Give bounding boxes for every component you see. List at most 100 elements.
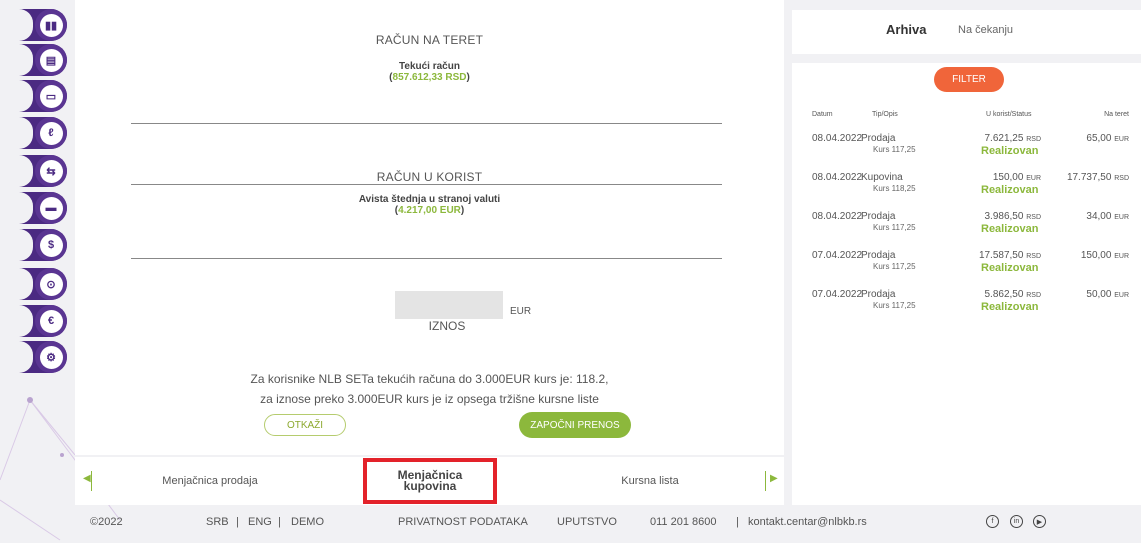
arrow-left-icon[interactable]: ◀	[83, 473, 91, 484]
tab-pending[interactable]: Na čekanju	[958, 24, 1013, 36]
credit-amount: 7.621,25	[984, 133, 1024, 144]
transaction-row[interactable]: 07.04.2022 Prodaja Kurs 117,25 17.587,50 RS…	[792, 250, 1141, 290]
transaction-rate: Kurs 117,25	[873, 145, 916, 154]
sidebar-button-circle: €	[35, 305, 67, 337]
guide-link[interactable]: UPUTSTVO	[557, 516, 617, 528]
sidebar-button-notch	[19, 229, 33, 261]
credit-currency: EUR	[1026, 175, 1041, 182]
debit-currency: EUR	[1114, 253, 1129, 260]
filter-button[interactable]: FILTER	[934, 67, 1004, 92]
footer: ©2022 SRB | ENG | DEMO PRIVATNOST PODATA…	[75, 511, 1141, 537]
sidebar-button-exchange[interactable]: ⇆	[19, 155, 67, 187]
sidebar-button-wallet[interactable]: ▬	[19, 192, 67, 224]
credit-account-label: RAČUN U KORIST	[376, 170, 483, 184]
demo-link[interactable]: DEMO	[291, 516, 324, 528]
sidebar-button-leaf[interactable]: ℓ	[19, 117, 67, 149]
credit-account-balance: (4.217,00 EUR)	[394, 205, 465, 216]
facebook-icon[interactable]: f	[986, 515, 999, 528]
transaction-debit: 17.737,50 RSD	[1067, 172, 1129, 183]
column-header-date: Datum	[812, 111, 833, 118]
credit-amount: 150,00	[992, 172, 1024, 183]
debit-amount: 150,00	[1080, 250, 1112, 261]
transaction-debit: 65,00 EUR	[1086, 133, 1129, 144]
sidebar-button-circle: ▬	[35, 192, 67, 224]
tab-exchange-rates[interactable]: Kursna lista	[555, 457, 745, 505]
euro-cycle-icon: €	[39, 309, 63, 333]
sidebar-button-circle: ▭	[35, 80, 67, 112]
sidebar-button-bar-chart[interactable]: ▮▮	[19, 9, 67, 41]
transaction-row[interactable]: 08.04.2022 Prodaja Kurs 117,25 7.621,25 RSD…	[792, 133, 1141, 173]
transaction-rate: Kurs 117,25	[873, 301, 916, 310]
credit-currency: RSD	[1026, 136, 1041, 143]
start-transfer-button[interactable]: ZAPOČNI PRENOS	[519, 412, 631, 438]
leaf-icon: ℓ	[39, 121, 63, 145]
debit-currency: EUR	[1114, 214, 1129, 221]
exchange-icon: ⇆	[39, 159, 63, 183]
email-link[interactable]: kontakt.centar@nlbkb.rs	[748, 516, 867, 528]
transaction-date: 08.04.2022	[812, 172, 863, 183]
column-header-credit: U korist/Status	[986, 111, 1032, 118]
sidebar-button-notch	[19, 117, 33, 149]
divider	[131, 123, 722, 124]
credit-amount: 17.587,50	[978, 250, 1024, 261]
transaction-type: Kupovina	[861, 172, 903, 183]
sidebar-button-notch	[19, 155, 33, 187]
sidebar-button-circle: ▮▮	[35, 9, 67, 41]
sidebar-button-dollar-cycle[interactable]: $	[19, 229, 67, 261]
tab-exchange-sell[interactable]: Menjačnica prodaja	[115, 457, 305, 505]
debit-amount: 65,00	[1086, 133, 1112, 144]
debit-amount: 34,00	[1086, 211, 1112, 222]
privacy-link[interactable]: PRIVATNOST PODATAKA	[398, 516, 528, 528]
sidebar-button-notch	[19, 341, 33, 373]
lang-eng-link[interactable]: ENG	[248, 516, 272, 528]
transaction-credit: 17.587,50 RSD	[979, 250, 1041, 261]
transaction-credit: 7.621,25 RSD	[985, 133, 1042, 144]
footer-separator: |	[736, 516, 739, 528]
debit-account-name[interactable]: Tekući račun	[75, 61, 784, 72]
transaction-date: 08.04.2022	[812, 133, 863, 144]
tab-archive[interactable]: Arhiva	[886, 22, 926, 37]
transaction-status: Realizovan	[981, 262, 1039, 274]
transaction-row[interactable]: 08.04.2022 Kupovina Kurs 118,25 150,00 EUR R…	[792, 172, 1141, 212]
debit-account-label: RAČUN NA TERET	[375, 33, 484, 47]
lang-srb-link[interactable]: SRB	[206, 516, 229, 528]
sidebar-button-euro-cycle[interactable]: €	[19, 305, 67, 337]
exchange-form: RAČUN NA TERET Tekući račun (857.612,33 …	[75, 0, 784, 455]
credit-account-name[interactable]: Avista štednja u stranoj valuti	[75, 194, 784, 205]
debit-currency: RSD	[1114, 175, 1129, 182]
copyright: ©2022	[90, 516, 123, 528]
credit-currency: RSD	[1026, 214, 1041, 221]
sidebar-button-circle: ⊙	[35, 268, 67, 300]
transaction-type: Prodaja	[861, 211, 896, 222]
transaction-row[interactable]: 07.04.2022 Prodaja Kurs 117,25 5.862,50 RSD…	[792, 289, 1141, 329]
transaction-row[interactable]: 08.04.2022 Prodaja Kurs 117,25 3.986,50 RSD…	[792, 211, 1141, 251]
transaction-date: 08.04.2022	[812, 211, 863, 222]
amount-input[interactable]	[395, 291, 503, 319]
gear-icon: ⚙	[39, 345, 63, 369]
youtube-icon[interactable]: ▶	[1033, 515, 1046, 528]
sidebar-button-notch	[19, 305, 33, 337]
debit-amount: 17.737,50	[1066, 172, 1112, 183]
sidebar-button-location-pin[interactable]: ⊙	[19, 268, 67, 300]
location-pin-icon: ⊙	[39, 272, 63, 296]
transaction-debit: 150,00 EUR	[1081, 250, 1129, 261]
tab-exchange-buy[interactable]: Menjačnica kupovina	[363, 458, 497, 504]
amount-label: IZNOS	[428, 319, 466, 333]
sidebar-button-gear[interactable]: ⚙	[19, 341, 67, 373]
tab-exchange-buy-line2: kupovina	[403, 479, 457, 493]
dollar-cycle-icon: $	[39, 233, 63, 257]
linkedin-icon[interactable]: in	[1010, 515, 1023, 528]
credit-amount: 3.986,50	[984, 211, 1024, 222]
transaction-status: Realizovan	[981, 301, 1039, 313]
transaction-rate: Kurs 117,25	[873, 223, 916, 232]
sidebar-button-documents[interactable]: ▤	[19, 44, 67, 76]
cancel-button[interactable]: OTKAŽI	[264, 414, 346, 436]
column-header-type: Tip/Opis	[872, 111, 898, 118]
debit-account-balance: (857.612,33 RSD)	[389, 72, 470, 83]
transaction-date: 07.04.2022	[812, 250, 863, 261]
transaction-type: Prodaja	[861, 289, 896, 300]
arrow-right-icon[interactable]: ▶	[770, 473, 778, 484]
sidebar-button-card[interactable]: ▭	[19, 80, 67, 112]
sidebar-button-notch	[19, 268, 33, 300]
footer-separator: |	[278, 516, 281, 528]
